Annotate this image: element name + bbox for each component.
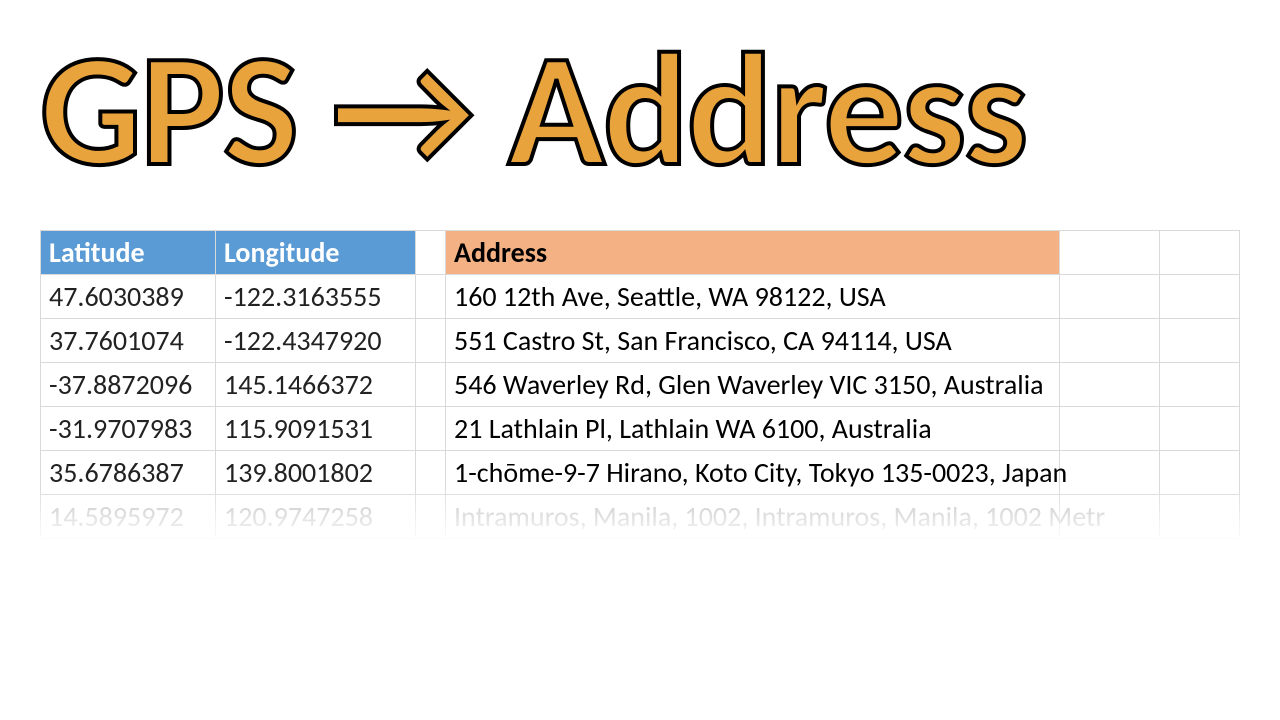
cell-addr[interactable]: 551 Castro St, San Francisco, CA 94114, …	[446, 319, 1060, 363]
table-row[interactable]: 35.6786387 139.8001802 1-chōme-9-7 Hiran…	[41, 451, 1240, 495]
cell-lat[interactable]: 35.6786387	[41, 451, 216, 495]
col-header-longitude[interactable]: Longitude	[216, 231, 416, 275]
cell-empty[interactable]	[416, 363, 446, 407]
page-title: GPS → Address	[40, 30, 1240, 190]
cell-lon[interactable]: -122.3163555	[216, 275, 416, 319]
cell-empty[interactable]	[1060, 319, 1160, 363]
cell-empty[interactable]	[416, 495, 446, 539]
gps-table[interactable]: Latitude Longitude Address 47.6030389 -1…	[40, 230, 1240, 539]
cell-empty[interactable]	[416, 407, 446, 451]
col-header-empty[interactable]	[416, 231, 446, 275]
table-row[interactable]: -37.8872096 145.1466372 546 Waverley Rd,…	[41, 363, 1240, 407]
cell-empty[interactable]	[1060, 451, 1160, 495]
cell-empty[interactable]	[1060, 407, 1160, 451]
cell-empty[interactable]	[1060, 275, 1160, 319]
col-header-latitude[interactable]: Latitude	[41, 231, 216, 275]
cell-lat[interactable]: -37.8872096	[41, 363, 216, 407]
cell-empty[interactable]	[1160, 451, 1240, 495]
table-row[interactable]: 37.7601074 -122.4347920 551 Castro St, S…	[41, 319, 1240, 363]
cell-empty[interactable]	[1160, 319, 1240, 363]
cell-addr[interactable]: 160 12th Ave, Seattle, WA 98122, USA	[446, 275, 1060, 319]
cell-addr[interactable]: 21 Lathlain Pl, Lathlain WA 6100, Austra…	[446, 407, 1060, 451]
cell-lat[interactable]: 14.5895972	[41, 495, 216, 539]
cell-empty[interactable]	[1160, 363, 1240, 407]
cell-empty[interactable]	[1160, 495, 1240, 539]
cell-addr[interactable]: 546 Waverley Rd, Glen Waverley VIC 3150,…	[446, 363, 1060, 407]
cell-empty[interactable]	[1160, 407, 1240, 451]
spreadsheet: Latitude Longitude Address 47.6030389 -1…	[40, 230, 1240, 539]
cell-empty[interactable]	[1160, 275, 1240, 319]
col-header-empty[interactable]	[1160, 231, 1240, 275]
col-header-address[interactable]: Address	[446, 231, 1060, 275]
cell-lon[interactable]: 145.1466372	[216, 363, 416, 407]
cell-empty[interactable]	[416, 451, 446, 495]
cell-empty[interactable]	[416, 319, 446, 363]
cell-lat[interactable]: 47.6030389	[41, 275, 216, 319]
cell-lat[interactable]: 37.7601074	[41, 319, 216, 363]
table-row[interactable]: 14.5895972 120.9747258 Intramuros, Manil…	[41, 495, 1240, 539]
table-header-row: Latitude Longitude Address	[41, 231, 1240, 275]
cell-addr[interactable]: Intramuros, Manila, 1002, Intramuros, Ma…	[446, 495, 1060, 539]
cell-lon[interactable]: -122.4347920	[216, 319, 416, 363]
cell-lon[interactable]: 139.8001802	[216, 451, 416, 495]
col-header-empty[interactable]	[1060, 231, 1160, 275]
cell-lon[interactable]: 120.9747258	[216, 495, 416, 539]
cell-empty[interactable]	[1060, 363, 1160, 407]
cell-lon[interactable]: 115.9091531	[216, 407, 416, 451]
cell-lat[interactable]: -31.9707983	[41, 407, 216, 451]
table-row[interactable]: 47.6030389 -122.3163555 160 12th Ave, Se…	[41, 275, 1240, 319]
cell-addr[interactable]: 1-chōme-9-7 Hirano, Koto City, Tokyo 135…	[446, 451, 1060, 495]
table-row[interactable]: -31.9707983 115.9091531 21 Lathlain Pl, …	[41, 407, 1240, 451]
cell-empty[interactable]	[416, 275, 446, 319]
